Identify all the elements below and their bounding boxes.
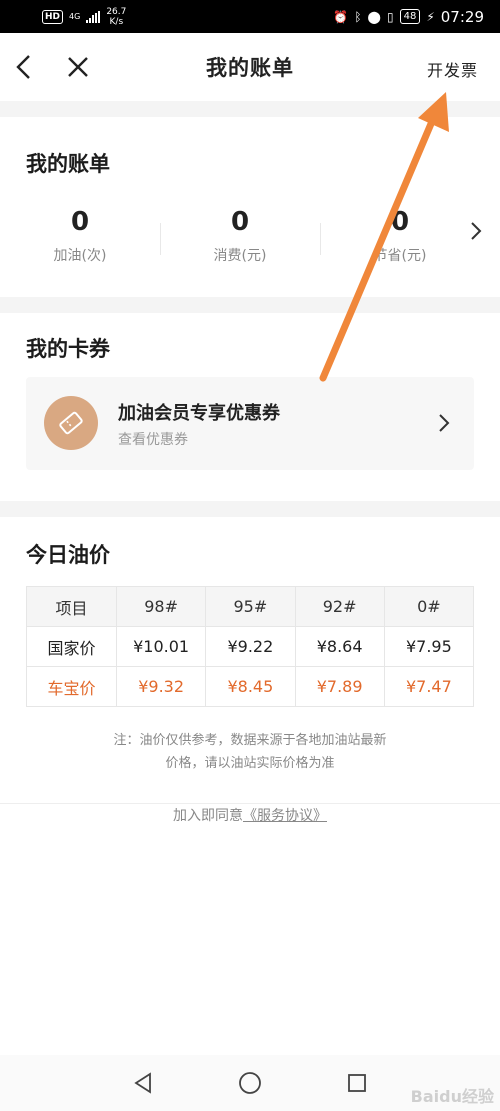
network-speed: 26.7 K/s [106, 6, 127, 27]
status-bar: HD 4G 26.7 K/s ⏰ ᛒ ⬤ ▯ 48 ⚡ 07:29 [0, 0, 500, 33]
ticket-icon [44, 396, 98, 450]
section-gap [0, 101, 500, 117]
price-title: 今日油价 [26, 543, 110, 567]
price-cell: ¥8.64 [294, 626, 385, 667]
stat-value: 0 [70, 207, 90, 237]
invoice-button[interactable]: 开发票 [427, 57, 478, 81]
location-icon: ⬤ [367, 9, 381, 24]
chevron-right-icon[interactable] [470, 221, 482, 241]
square-recents-icon[interactable] [346, 1072, 368, 1094]
coupon-card[interactable]: 加油会员专享优惠券 查看优惠券 [26, 377, 474, 470]
hd-badge: HD [42, 9, 64, 24]
price-section: 今日油价 项目 98# 95# 92# 0# 国家价 ¥10.01 ¥9.22 … [0, 517, 500, 803]
coupon-title: 加油会员专享优惠券 [118, 403, 280, 424]
stat-label: 消费(元) [213, 248, 267, 264]
header-cell: 0# [383, 586, 475, 627]
price-table: 项目 98# 95# 92# 0# 国家价 ¥10.01 ¥9.22 ¥8.64… [26, 586, 475, 707]
chevron-right-icon [439, 414, 450, 432]
watermark-logo: Baidu经验 [410, 1087, 494, 1106]
row-label: 车宝价 [26, 666, 117, 707]
cards-title: 我的卡券 [26, 337, 110, 361]
stat-saved: 0 节省(元) [320, 205, 480, 275]
stat-spend: 0 消费(元) [160, 205, 320, 275]
network-type: 4G [69, 11, 81, 21]
close-icon [68, 57, 88, 77]
row-label: 国家价 [26, 626, 117, 667]
section-gap [0, 297, 500, 313]
circle-home-icon[interactable] [238, 1071, 262, 1095]
bill-title: 我的账单 [26, 152, 110, 176]
vibrate-icon: ▯ [386, 9, 394, 24]
price-cell: ¥7.95 [383, 626, 475, 667]
price-cell: ¥7.47 [383, 666, 475, 707]
nav-bar: 我的账单 开发票 [0, 33, 500, 101]
bluetooth-icon: ᛒ [354, 9, 362, 24]
stat-label: 节省(元) [373, 248, 427, 264]
price-cell: ¥8.45 [205, 666, 296, 707]
charging-icon: ⚡ [426, 9, 435, 24]
chevron-left-icon [16, 55, 30, 79]
cards-section: 我的卡券 加油会员专享优惠券 查看优惠券 [0, 313, 500, 501]
price-cell: ¥7.89 [294, 666, 385, 707]
clock: 07:29 [440, 7, 484, 26]
price-cell: ¥9.22 [205, 626, 296, 667]
header-cell: 项目 [26, 586, 117, 627]
table-row: 国家价 ¥10.01 ¥9.22 ¥8.64 ¥7.95 [26, 626, 475, 667]
stat-value: 0 [230, 207, 250, 237]
stat-label: 加油(次) [53, 248, 107, 264]
battery-indicator: 48 [399, 9, 421, 24]
price-note: 注：油价仅供参考，数据来源于各地加油站最新 价格，请以油站实际价格为准 [113, 733, 387, 771]
close-button[interactable] [66, 33, 96, 101]
alarm-icon: ⏰ [333, 9, 349, 24]
table-header: 项目 98# 95# 92# 0# [26, 586, 475, 627]
stat-refuel: 0 加油(次) [0, 205, 160, 275]
bill-section: 我的账单 0 加油(次) 0 消费(元) 0 节省(元) [0, 117, 500, 297]
back-button[interactable] [14, 33, 44, 101]
header-cell: 92# [294, 586, 385, 627]
stat-value: 0 [390, 207, 410, 237]
table-row: 车宝价 ¥9.32 ¥8.45 ¥7.89 ¥7.47 [26, 666, 475, 707]
header-cell: 95# [205, 586, 296, 627]
service-agreement-link[interactable]: 《服务协议》 [243, 808, 327, 824]
signal-icon [86, 10, 101, 23]
price-cell: ¥9.32 [115, 666, 207, 707]
bill-stats[interactable]: 0 加油(次) 0 消费(元) 0 节省(元) [0, 205, 500, 275]
triangle-back-icon[interactable] [132, 1072, 154, 1094]
coupon-subtitle: 查看优惠券 [118, 432, 188, 448]
section-gap [0, 501, 500, 517]
header-cell: 98# [115, 586, 207, 627]
divider [0, 803, 500, 804]
price-cell: ¥10.01 [115, 626, 207, 667]
agreement-text: 加入即同意《服务协议》 [173, 808, 327, 824]
